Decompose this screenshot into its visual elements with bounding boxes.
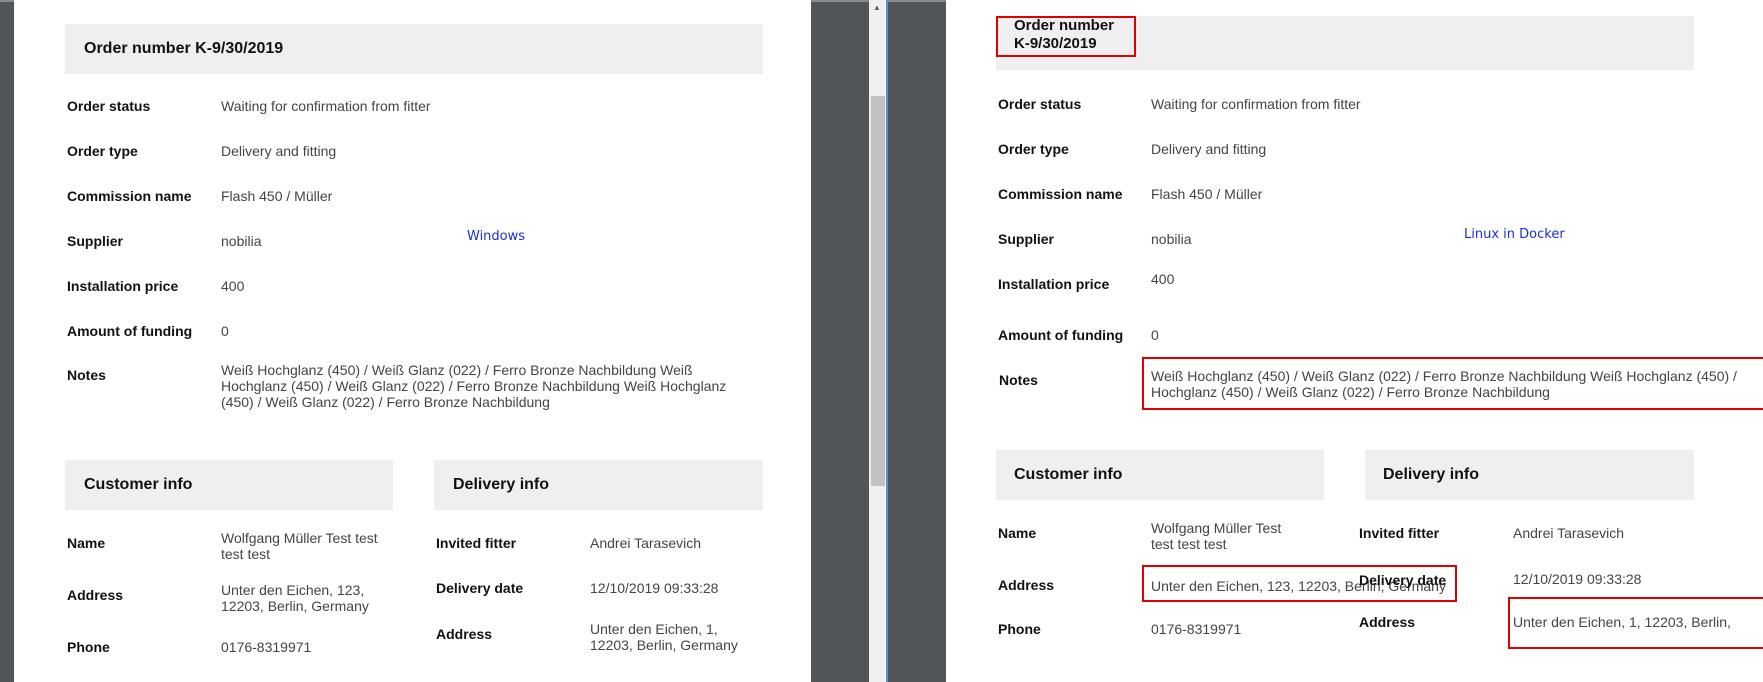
delivery-info-title: Delivery info [453, 476, 550, 493]
customer-address-line-1: Unter den Eichen, 123, [221, 582, 365, 598]
difference-highlight-delivery-address [1508, 597, 1763, 649]
environment-label-windows: Windows [467, 229, 526, 244]
difference-highlight-customer-address [1142, 565, 1457, 602]
commission-name-value: Flash 450 / Müller [221, 188, 333, 204]
customer-phone-label: Phone [67, 639, 110, 655]
order-status-label: Order status [67, 98, 151, 114]
customer-name-line-2: test test test [1151, 536, 1227, 552]
customer-address-line-2: 12203, Berlin, Germany [221, 598, 369, 614]
delivery-address-label: Address [1359, 614, 1416, 630]
notes-label: Notes [999, 372, 1038, 388]
customer-name-label: Name [67, 535, 106, 551]
customer-phone-label: Phone [998, 621, 1041, 637]
amount-of-funding-label: Amount of funding [67, 323, 193, 339]
commission-name-label: Commission name [998, 186, 1123, 202]
amount-of-funding-value: 0 [1151, 327, 1159, 343]
difference-highlight-notes [1142, 357, 1763, 410]
customer-name-line-2: test test [221, 546, 271, 562]
invited-fitter-value: Andrei Tarasevich [590, 535, 702, 551]
invited-fitter-label: Invited fitter [436, 535, 517, 551]
commission-name-value: Flash 450 / Müller [1151, 186, 1263, 202]
delivery-date-label: Delivery date [436, 580, 524, 596]
order-type-label: Order type [67, 143, 138, 159]
right-document-page: Order number K-9/30/2019 Order status Wa… [946, 0, 1763, 682]
customer-phone-value: 0176-8319971 [1151, 621, 1242, 637]
left-document-page: Order number K-9/30/2019 Order status Wa… [14, 0, 811, 682]
customer-address-label: Address [67, 587, 124, 603]
order-status-value: Waiting for confirmation from fitter [221, 98, 431, 114]
supplier-label: Supplier [998, 231, 1055, 247]
supplier-value: nobilia [1151, 231, 1192, 247]
notes-value-line-1: Weiß Hochglanz (450) / Weiß Glanz (022) … [221, 362, 693, 378]
delivery-address-label: Address [436, 626, 493, 642]
installation-price-value: 400 [1151, 271, 1175, 287]
invited-fitter-value: Andrei Tarasevich [1513, 525, 1625, 541]
order-type-label: Order type [998, 141, 1069, 157]
order-type-value: Delivery and fitting [221, 143, 337, 159]
amount-of-funding-label: Amount of funding [998, 327, 1124, 343]
delivery-address-line-2: 12203, Berlin, Germany [590, 637, 738, 653]
amount-of-funding-value: 0 [221, 323, 229, 339]
installation-price-label: Installation price [998, 276, 1110, 292]
customer-info-title: Customer info [84, 476, 193, 493]
customer-phone-value: 0176-8319971 [221, 639, 312, 655]
comparison-splitter[interactable] [886, 0, 888, 682]
delivery-info-title: Delivery info [1383, 466, 1480, 483]
customer-name-label: Name [998, 525, 1037, 541]
scrollbar-thumb[interactable] [871, 96, 885, 486]
left-page-scrollbar[interactable]: ▲ [869, 0, 887, 682]
supplier-label: Supplier [67, 233, 124, 249]
order-type-value: Delivery and fitting [1151, 141, 1267, 157]
notes-label: Notes [67, 367, 106, 383]
installation-price-value: 400 [221, 278, 245, 294]
environment-label-linux-docker: Linux in Docker [1464, 227, 1565, 242]
order-status-value: Waiting for confirmation from fitter [1151, 96, 1361, 112]
difference-highlight-order-number [996, 16, 1136, 57]
order-status-label: Order status [998, 96, 1082, 112]
notes-value-line-2: Hochglanz (450) / Weiß Glanz (022) / Fer… [221, 378, 727, 394]
invited-fitter-label: Invited fitter [1359, 525, 1440, 541]
customer-info-title: Customer info [1014, 466, 1123, 483]
triangle-up-icon[interactable]: ▲ [873, 4, 881, 12]
supplier-value: nobilia [221, 233, 262, 249]
installation-price-label: Installation price [67, 278, 179, 294]
order-number-title: Order number K-9/30/2019 [84, 40, 284, 57]
notes-value-line-3: (450) / Weiß Glanz (022) / Ferro Bronze … [221, 394, 550, 410]
commission-name-label: Commission name [67, 188, 192, 204]
delivery-address-line-1: Unter den Eichen, 1, [590, 621, 718, 637]
delivery-date-value: 12/10/2019 09:33:28 [590, 580, 719, 596]
customer-name-line-1: Wolfgang Müller Test [1151, 520, 1282, 536]
customer-name-line-1: Wolfgang Müller Test test [221, 530, 378, 546]
delivery-date-value: 12/10/2019 09:33:28 [1513, 571, 1642, 587]
customer-address-label: Address [998, 577, 1055, 593]
